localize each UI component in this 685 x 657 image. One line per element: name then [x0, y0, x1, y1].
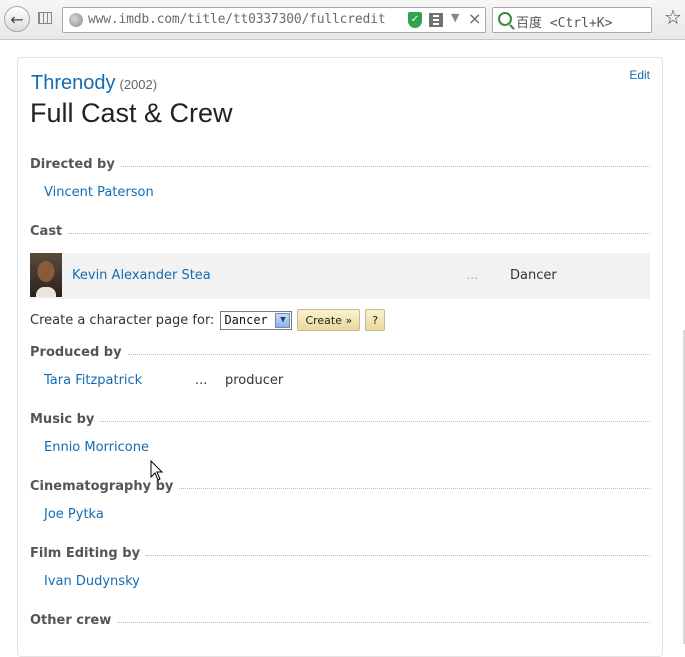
dots-separator: ... — [466, 268, 479, 283]
qr-code-icon[interactable] — [429, 13, 443, 27]
section-heading-label: Cast — [30, 224, 63, 239]
character-page-row: Create a character page for: Dancer ▼ Cr… — [30, 309, 386, 331]
title-row: Threnody (2002) — [31, 72, 157, 95]
list-item: Ivan Dudynsky — [44, 574, 140, 589]
divider — [117, 622, 650, 623]
section-heading-label: Film Editing by — [30, 546, 141, 561]
search-bar[interactable]: 百度 <Ctrl+K> — [492, 7, 652, 33]
character-page-label: Create a character page for: — [30, 312, 215, 328]
list-item: Tara Fitzpatrick — [44, 373, 142, 388]
section-heading-cast: Cast — [30, 224, 650, 239]
section-heading-label: Directed by — [30, 157, 115, 172]
person-link[interactable]: Joe Pytka — [44, 507, 104, 522]
browser-toolbar: ← www.imdb.com/title/tt0337300/fullcredi… — [0, 0, 685, 40]
search-input[interactable]: 百度 <Ctrl+K> — [516, 12, 612, 31]
table-row: Kevin Alexander Stea ... Dancer — [30, 253, 650, 299]
character-name: Dancer — [510, 268, 557, 283]
section-heading-cinematography: Cinematography by — [30, 479, 650, 494]
chevron-down-icon[interactable]: ▼ — [275, 312, 291, 328]
section-heading-editing: Film Editing by — [30, 546, 650, 561]
arrow-left-icon: ← — [10, 9, 24, 29]
divider — [100, 421, 650, 422]
chevron-down-icon[interactable]: ▼ — [451, 11, 459, 24]
person-link[interactable]: Ivan Dudynsky — [44, 574, 140, 589]
credit-role: producer — [225, 373, 284, 388]
search-icon — [498, 12, 512, 26]
person-link[interactable]: Tara Fitzpatrick — [44, 373, 142, 388]
edit-link[interactable]: Edit — [629, 68, 650, 82]
star-icon[interactable]: ☆ — [664, 5, 682, 29]
credits-panel: Threnody (2002) Edit Full Cast & Crew Dir… — [17, 57, 663, 657]
movie-title-link[interactable]: Threnody — [31, 72, 116, 94]
list-item: Joe Pytka — [44, 507, 104, 522]
person-link[interactable]: Vincent Paterson — [44, 185, 154, 200]
page-title: Full Cast & Crew — [30, 98, 233, 128]
shield-icon[interactable]: ✓ — [408, 12, 422, 28]
list-item: Vincent Paterson — [44, 185, 154, 200]
close-icon[interactable]: × — [468, 9, 481, 28]
person-link[interactable]: Ennio Morricone — [44, 440, 149, 455]
section-heading-label: Music by — [30, 412, 95, 427]
url-text[interactable]: www.imdb.com/title/tt0337300/fullcredit — [88, 12, 386, 27]
section-heading-produced: Produced by — [30, 345, 650, 360]
section-heading-directed: Directed by — [30, 157, 650, 172]
section-heading-other: Other crew — [30, 613, 650, 628]
divider — [68, 233, 650, 234]
character-select[interactable]: Dancer ▼ — [220, 310, 293, 330]
divider — [120, 166, 650, 167]
avatar[interactable] — [30, 253, 62, 297]
apps-grid-icon[interactable] — [38, 12, 52, 24]
section-heading-label: Produced by — [30, 345, 122, 360]
selected-value: Dancer — [224, 312, 268, 327]
address-bar[interactable]: www.imdb.com/title/tt0337300/fullcredit … — [62, 7, 486, 33]
create-button[interactable]: Create » — [297, 309, 361, 331]
help-button[interactable]: ? — [365, 309, 386, 331]
cursor-icon — [150, 460, 164, 481]
section-heading-music: Music by — [30, 412, 650, 427]
back-button[interactable]: ← — [4, 6, 30, 32]
dots-separator: ... — [195, 373, 208, 388]
section-heading-label: Other crew — [30, 613, 112, 628]
person-link[interactable]: Kevin Alexander Stea — [72, 268, 211, 283]
divider — [127, 354, 650, 355]
movie-year: (2002) — [119, 77, 158, 92]
globe-icon — [69, 13, 83, 27]
divider — [146, 555, 650, 556]
divider — [179, 488, 650, 489]
list-item: Ennio Morricone — [44, 440, 149, 455]
